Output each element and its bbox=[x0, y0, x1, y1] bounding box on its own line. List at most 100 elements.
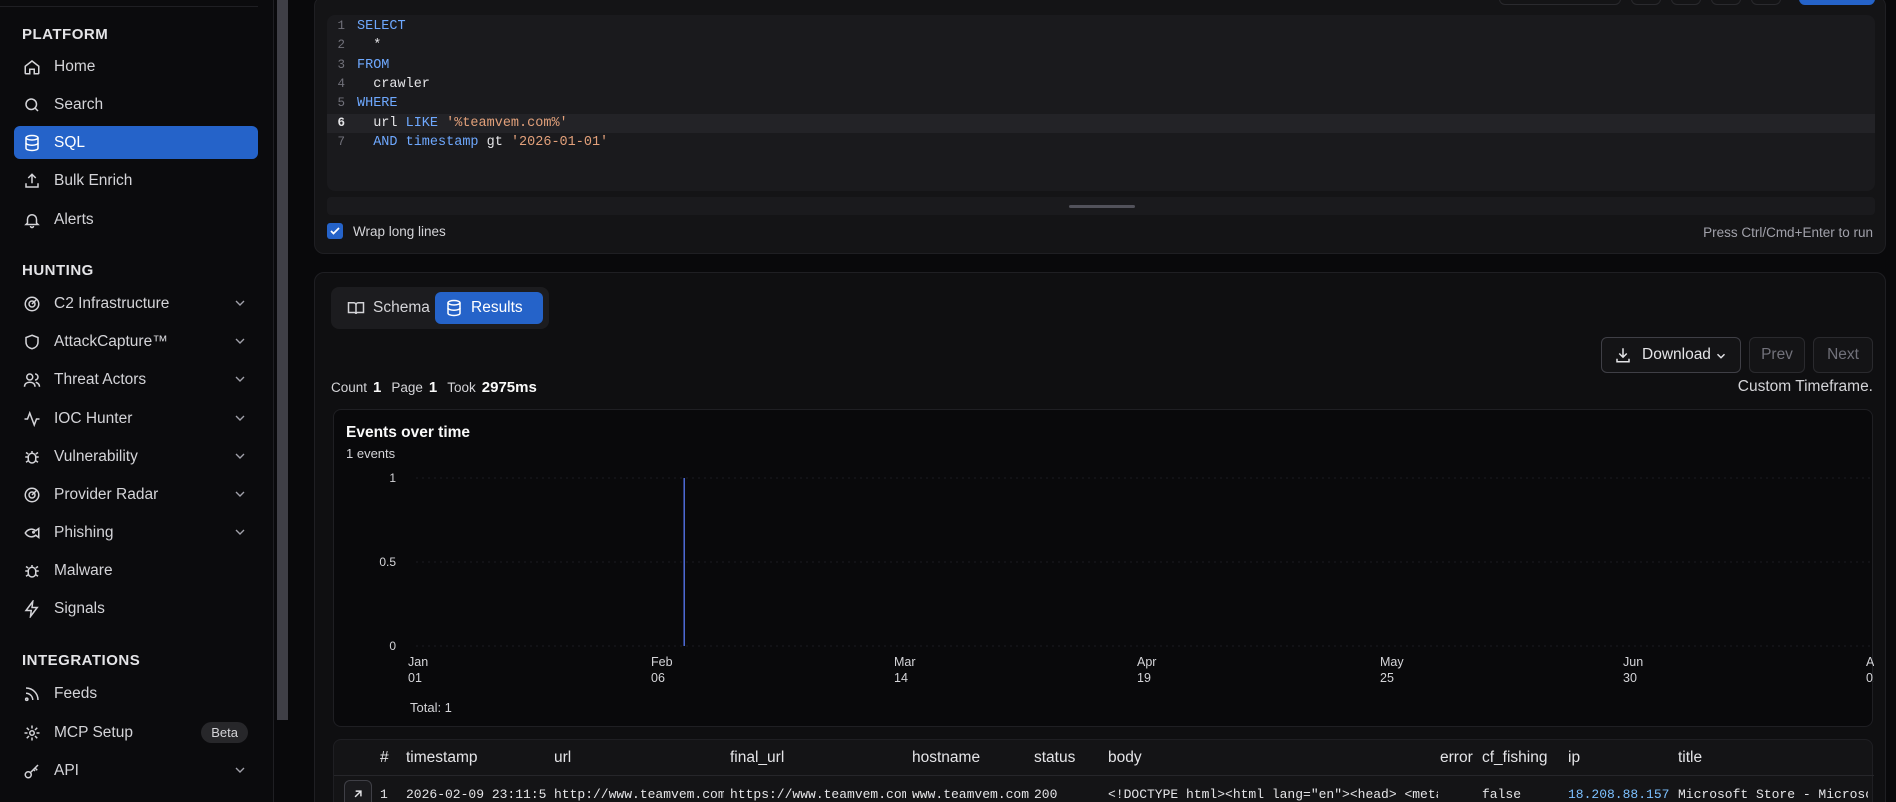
prev-button[interactable]: Prev bbox=[1749, 337, 1805, 373]
sidebar-item-label: Signals bbox=[54, 599, 105, 617]
sidebar-item-label: MCP Setup bbox=[54, 723, 133, 741]
code-token: gt bbox=[486, 134, 511, 150]
table-cell[interactable]: 18.208.88.157 bbox=[1568, 787, 1669, 802]
sidebar-item-home[interactable]: Home bbox=[14, 50, 258, 83]
toolbar-select[interactable] bbox=[1499, 0, 1621, 5]
database-icon bbox=[22, 133, 42, 153]
column-header-error[interactable]: error bbox=[1440, 749, 1473, 767]
column-header-title[interactable]: title bbox=[1678, 749, 1702, 767]
chevron-down-icon bbox=[235, 300, 245, 306]
x-tick-label: 01 bbox=[408, 671, 422, 685]
toolbar-icon-button[interactable] bbox=[1631, 0, 1661, 5]
sidebar-item-alerts[interactable]: Alerts bbox=[14, 203, 258, 236]
sidebar-item-sql[interactable]: SQL bbox=[14, 126, 258, 159]
count-label: Count bbox=[331, 380, 368, 395]
sidebar-item-ioc-hunter[interactable]: IOC Hunter bbox=[14, 402, 258, 435]
run-button[interactable] bbox=[1799, 0, 1875, 5]
sidebar-item-api[interactable]: API bbox=[14, 754, 258, 787]
open-row-button[interactable] bbox=[344, 780, 372, 802]
table-cell: 1 bbox=[380, 787, 388, 802]
code-token: '%teamvem.com%' bbox=[446, 115, 568, 131]
sidebar-item-label: C2 Infrastructure bbox=[54, 294, 170, 312]
code-line: 6 url LIKE '%teamvem.com%' bbox=[327, 113, 1875, 133]
x-tick-label: 14 bbox=[894, 671, 908, 685]
bug-icon bbox=[22, 561, 42, 581]
sidebar-item-label: Provider Radar bbox=[54, 485, 159, 503]
result-stats: Count 1 Page 1 Took 2975ms bbox=[331, 379, 547, 396]
column-header-timestamp[interactable]: timestamp bbox=[406, 749, 478, 767]
line-number: 7 bbox=[337, 134, 345, 149]
sidebar-item-mcp-setup[interactable]: MCP Setup Beta bbox=[14, 716, 258, 749]
check-icon bbox=[330, 227, 340, 235]
column-header-final-url[interactable]: final_url bbox=[730, 749, 784, 767]
toolbar-icon-button[interactable] bbox=[1751, 0, 1781, 5]
x-tick-label: 25 bbox=[1380, 671, 1394, 685]
results-tabs: Schema Results bbox=[331, 287, 549, 329]
table-cell: www.teamvem.com bbox=[912, 787, 1030, 802]
x-tick-label: 19 bbox=[1137, 671, 1151, 685]
x-tick-label: Mar bbox=[894, 655, 916, 669]
code-text: SELECT bbox=[357, 17, 406, 36]
code-token: crawler bbox=[357, 76, 430, 92]
sidebar-item-malware[interactable]: Malware bbox=[14, 554, 258, 587]
signal-icon bbox=[22, 599, 42, 619]
column-header-ip[interactable]: ip bbox=[1568, 749, 1580, 767]
sidebar-item-signals[interactable]: Signals bbox=[14, 592, 258, 625]
column-header-cf-fishing[interactable]: cf_fishing bbox=[1482, 749, 1547, 767]
sidebar-item-label: Threat Actors bbox=[54, 370, 147, 388]
results-card: Schema Results Download Prev Next Count … bbox=[314, 272, 1886, 802]
chevron-down-icon bbox=[235, 529, 245, 535]
sidebar-item-bulk-enrich[interactable]: Bulk Enrich bbox=[14, 164, 258, 197]
sidebar-item-feeds[interactable]: Feeds bbox=[14, 677, 258, 710]
line-number: 6 bbox=[337, 115, 345, 130]
table-header: # timestamp url final_url hostname status body… bbox=[334, 740, 1874, 776]
column-header-url[interactable]: url bbox=[554, 749, 571, 767]
sidebar-item-label: Phishing bbox=[54, 523, 114, 541]
toolbar-icon-button[interactable] bbox=[1671, 0, 1701, 5]
sidebar-item-attackcapture[interactable]: AttackCapture™ bbox=[14, 325, 258, 358]
sidebar-item-search[interactable]: Search bbox=[14, 88, 258, 121]
sidebar-item-threat-actors[interactable]: Threat Actors bbox=[14, 363, 258, 396]
sql-code-editor[interactable]: 1 SELECT 2 * 3 FROM 4 crawler 5 WHERE 6 url LIKE… bbox=[327, 15, 1875, 191]
line-number: 3 bbox=[337, 57, 345, 72]
search-icon bbox=[22, 95, 42, 115]
sidebar-item-label: SQL bbox=[54, 133, 86, 151]
table-cell: false bbox=[1482, 787, 1522, 802]
checkbox[interactable] bbox=[327, 223, 343, 239]
users-icon bbox=[22, 370, 42, 390]
toolbar-icon-button[interactable] bbox=[1711, 0, 1741, 5]
x-tick-label: 01 bbox=[1866, 671, 1874, 685]
code-text: url LIKE '%teamvem.com%' bbox=[357, 114, 568, 133]
sidebar-item-provider-radar[interactable]: Provider Radar bbox=[14, 478, 258, 511]
line-number: 4 bbox=[337, 76, 345, 91]
column-header-hostname[interactable]: hostname bbox=[912, 749, 980, 767]
sidebar-item-vulnerability[interactable]: Vulnerability bbox=[14, 440, 258, 473]
radar-icon bbox=[22, 485, 42, 505]
sidebar-item-phishing[interactable]: Phishing bbox=[14, 516, 258, 549]
chevron-down-icon bbox=[235, 767, 245, 773]
code-token: LIKE bbox=[405, 115, 447, 131]
code-token: url bbox=[357, 115, 406, 131]
editor-resize-handle[interactable] bbox=[327, 197, 1875, 215]
y-tick-label: 0 bbox=[389, 639, 396, 653]
y-tick-label: 0.5 bbox=[379, 555, 396, 569]
sidebar-scrollbar[interactable] bbox=[277, 0, 288, 720]
download-button[interactable]: Download bbox=[1601, 337, 1741, 373]
book-icon bbox=[347, 302, 365, 315]
tab-schema[interactable]: Schema bbox=[337, 292, 437, 324]
next-button[interactable]: Next bbox=[1813, 337, 1873, 373]
x-tick-label: Jan bbox=[408, 655, 428, 669]
key-icon bbox=[22, 761, 42, 781]
bug-icon bbox=[22, 447, 42, 467]
chevron-down-icon bbox=[235, 338, 245, 344]
wrap-long-lines-toggle[interactable]: Wrap long lines bbox=[327, 223, 446, 239]
sidebar-item-label: Bulk Enrich bbox=[54, 171, 133, 189]
tab-results[interactable]: Results bbox=[435, 292, 543, 324]
x-tick-label: Jun bbox=[1623, 655, 1643, 669]
column-header-status[interactable]: status bbox=[1034, 749, 1075, 767]
sidebar-item-c2-infrastructure[interactable]: C2 Infrastructure bbox=[14, 287, 258, 320]
code-token: WHERE bbox=[357, 96, 398, 112]
column-header-body[interactable]: body bbox=[1108, 749, 1142, 767]
column-header--[interactable]: # bbox=[380, 749, 389, 767]
tab-label: Schema bbox=[373, 299, 430, 316]
